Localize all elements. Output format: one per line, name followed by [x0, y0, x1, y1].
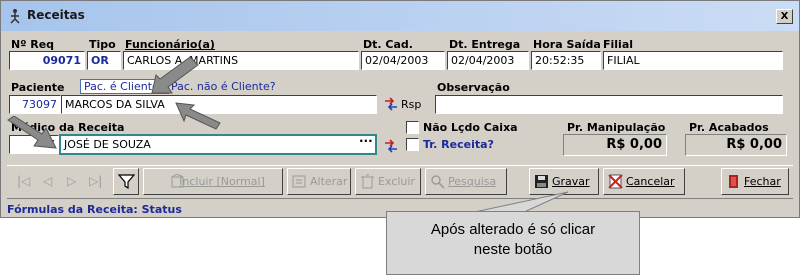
annotation-arrow-medico — [7, 116, 57, 149]
label-filial: Filial — [603, 38, 634, 51]
receitas-window: Receitas X Nº Req Tipo Funcionário(a) Dt… — [0, 0, 800, 218]
cancelar-button[interactable]: Cancelar — [603, 168, 685, 195]
label-dtcad: Dt. Cad. — [363, 38, 413, 51]
exit-door-icon — [729, 175, 738, 188]
cancel-icon — [608, 174, 623, 189]
alterar-button[interactable]: Alterar — [287, 168, 351, 195]
nreq-field[interactable]: 09071 — [9, 51, 85, 70]
rsp-label: Rsp — [401, 98, 422, 111]
horasaida-field[interactable]: 20:52:35 — [531, 51, 601, 70]
callout-line-2: neste botão — [473, 241, 553, 258]
pr-acabados-value: R$ 0,00 — [685, 134, 787, 156]
prev-record-icon[interactable]: ◁ — [43, 174, 52, 188]
label-dtentrega: Dt. Entrega — [449, 38, 521, 51]
filter-icon — [118, 174, 135, 190]
excluir-button[interactable]: Excluir — [355, 168, 421, 195]
add-icon — [171, 174, 184, 188]
window-title: Receitas — [27, 8, 85, 22]
medico-nome-field[interactable]: JOSÉ DE SOUZA — [59, 134, 377, 155]
save-icon — [535, 175, 548, 188]
pr-manipulacao-value: R$ 0,00 — [563, 134, 667, 156]
observacao-field[interactable] — [435, 95, 783, 114]
first-record-icon[interactable]: |◁ — [17, 174, 30, 188]
search-icon — [431, 175, 445, 189]
label-pr-manipulacao: Pr. Manipulação — [567, 121, 666, 134]
tr-receita-checkbox[interactable] — [406, 138, 419, 151]
label-pr-acabados: Pr. Acabados — [689, 121, 769, 134]
incluir-button[interactable]: Incluir [Normal] — [143, 168, 283, 195]
tipo-field[interactable]: OR — [87, 51, 121, 70]
edit-icon — [292, 175, 306, 188]
label-funcionario: Funcionário(a) — [125, 38, 215, 51]
ellipsis-icon[interactable]: ··· — [359, 134, 373, 148]
app-icon — [10, 9, 20, 24]
label-paciente: Paciente — [11, 81, 65, 94]
tr-receita-link[interactable]: Tr. Receita? — [423, 138, 494, 151]
formulas-section-label: Fórmulas da Receita: Status — [7, 203, 182, 216]
callout-line-1: Após alterado é só clicar — [430, 221, 596, 238]
next-record-icon[interactable]: ▷ — [67, 174, 76, 188]
annotation-arrow-paciente — [175, 102, 221, 130]
label-nao-lcdo-caixa: Não Lçdo Caixa — [423, 121, 518, 134]
transfer-icon[interactable] — [384, 139, 398, 153]
label-horasaida: Hora Saída — [533, 38, 601, 51]
paciente-codigo-field[interactable]: 73097 — [9, 95, 61, 114]
last-record-icon[interactable]: ▷| — [89, 174, 102, 188]
nao-lcdo-caixa-checkbox[interactable] — [406, 121, 419, 134]
dtcad-field[interactable]: 02/04/2003 — [361, 51, 445, 70]
label-nreq: Nº Req — [11, 38, 55, 51]
fechar-button[interactable]: Fechar — [721, 168, 789, 195]
filter-button[interactable] — [113, 168, 139, 195]
filial-field[interactable]: FILIAL — [603, 51, 783, 70]
title-bar: Receitas X — [1, 1, 799, 31]
close-button[interactable]: X — [776, 9, 793, 24]
callout-box: Após alterado é só clicar neste botão — [386, 211, 640, 275]
dtentrega-field[interactable]: 02/04/2003 — [447, 51, 529, 70]
label-observacao: Observação — [437, 81, 510, 94]
label-tipo: Tipo — [89, 38, 116, 51]
trash-icon — [361, 174, 374, 189]
responsavel-icon[interactable] — [384, 97, 398, 111]
annotation-arrow-pac-cliente — [151, 56, 199, 94]
